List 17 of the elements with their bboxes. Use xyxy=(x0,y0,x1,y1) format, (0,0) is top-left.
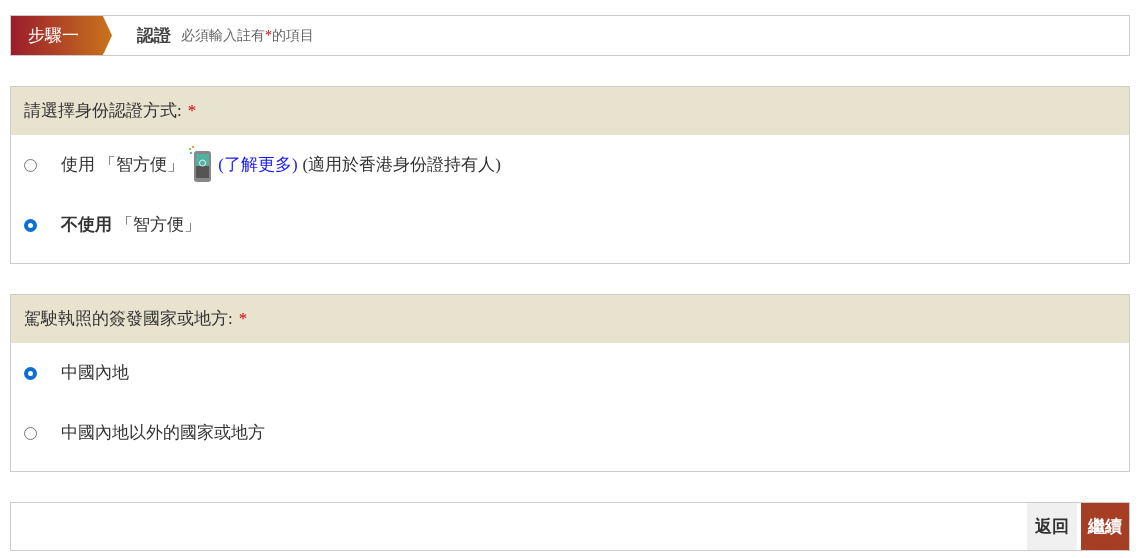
option-label: 使用 「智方便」 xyxy=(61,154,185,177)
continue-button[interactable]: 繼續 xyxy=(1081,503,1129,550)
step-badge: 步驟一 xyxy=(11,16,112,55)
option-note: (適用於香港身份證持有人) xyxy=(302,154,501,177)
section-heading: 駕駛執照的簽發國家或地方: * xyxy=(24,308,248,331)
learn-more-link[interactable]: (了解更多) xyxy=(218,152,298,178)
radio-button[interactable] xyxy=(24,426,37,440)
option-label: 中國內地 xyxy=(61,362,129,385)
option-label: 不使用 「智方便」 xyxy=(61,214,202,237)
radio-button[interactable] xyxy=(24,158,37,172)
radio-button[interactable] xyxy=(24,218,37,232)
step-title: 認證 xyxy=(137,24,171,47)
option-label: 中國內地以外的國家或地方 xyxy=(61,422,265,445)
radio-button[interactable] xyxy=(24,366,37,380)
required-note: 必須輸入註有*的項目 xyxy=(181,27,314,45)
back-button[interactable]: 返回 xyxy=(1027,503,1077,550)
section-heading: 請選擇身份認證方式: * xyxy=(24,100,197,123)
